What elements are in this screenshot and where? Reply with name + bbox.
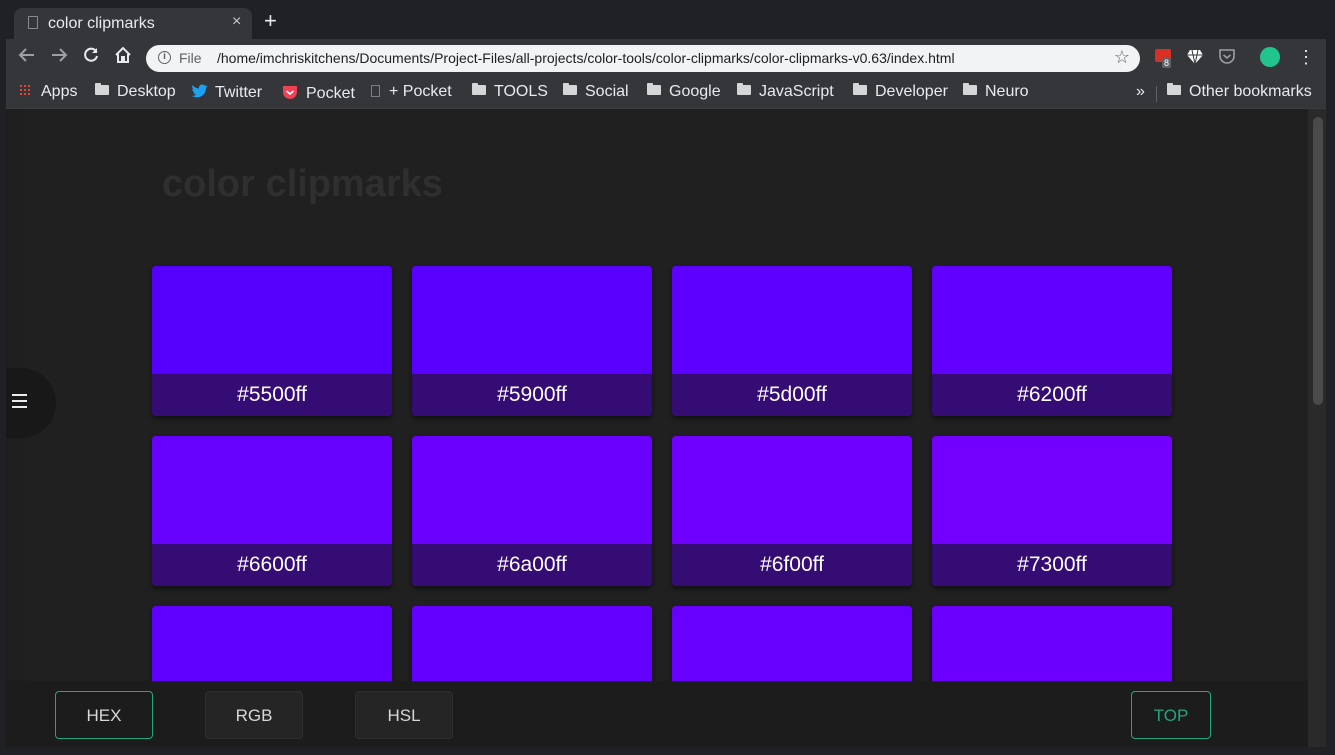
more-menu-icon[interactable]: ⋮	[1296, 47, 1316, 67]
color-card[interactable]: #5d00ff	[672, 266, 912, 416]
page-content: color clipmarks #5500ff #5900ff #5d00ff …	[6, 109, 1326, 747]
bookmark-pocket[interactable]: Pocket	[282, 83, 355, 103]
new-tab-button[interactable]: +	[264, 8, 277, 34]
bookmark-javascript[interactable]: JavaScript	[737, 83, 834, 101]
page-icon	[28, 16, 38, 29]
color-label: #5500ff	[152, 374, 392, 416]
color-card[interactable]: #5500ff	[152, 266, 392, 416]
page-icon	[371, 85, 380, 97]
folder-icon	[563, 83, 577, 95]
bookmark-tools[interactable]: TOOLS	[472, 83, 548, 101]
bookmark-add-pocket[interactable]: + Pocket	[371, 83, 452, 101]
home-button[interactable]	[110, 45, 136, 71]
url-scheme: File	[179, 50, 202, 66]
bookmark-apps[interactable]: Apps	[19, 83, 77, 101]
address-bar[interactable]: i File /home/imchriskitchens/Documents/P…	[146, 45, 1140, 72]
folder-icon	[1167, 83, 1181, 95]
bookmarks-bar: Apps Desktop Twitter Pocket + Pocket TOO…	[6, 77, 1326, 109]
reload-button[interactable]	[78, 45, 104, 71]
color-swatch[interactable]	[152, 436, 392, 544]
color-label: #5900ff	[412, 374, 652, 416]
bookmark-social[interactable]: Social	[563, 83, 629, 101]
folder-icon	[963, 83, 977, 95]
bookmark-google[interactable]: Google	[647, 83, 721, 101]
folder-icon	[95, 83, 109, 95]
tab-close-icon[interactable]: ×	[232, 13, 241, 31]
folder-icon	[737, 83, 751, 95]
tab-color-clipmarks[interactable]: color clipmarks ×	[14, 8, 252, 39]
home-icon	[115, 46, 131, 63]
bookmark-neuro[interactable]: Neuro	[963, 83, 1029, 101]
color-label: #6200ff	[932, 374, 1172, 416]
hsl-button[interactable]: HSL	[355, 691, 453, 739]
browser-toolbar: i File /home/imchriskitchens/Documents/P…	[6, 39, 1326, 77]
folder-icon	[853, 83, 867, 95]
pocket-extension-icon[interactable]	[1218, 47, 1238, 67]
folder-icon	[472, 83, 486, 95]
format-toolbar: HEX RGB HSL TOP	[6, 681, 1308, 747]
bookmark-twitter[interactable]: Twitter	[192, 83, 262, 102]
color-swatch[interactable]	[932, 266, 1172, 374]
color-swatch[interactable]	[412, 436, 652, 544]
diamond-extension-icon[interactable]	[1186, 47, 1206, 67]
profile-avatar[interactable]	[1260, 47, 1280, 67]
bookmarks-divider	[1156, 86, 1157, 102]
hex-button[interactable]: HEX	[55, 691, 153, 739]
color-card[interactable]: #6a00ff	[412, 436, 652, 586]
apps-grid-icon	[19, 84, 31, 96]
twitter-icon	[192, 84, 208, 98]
color-label: #6a00ff	[412, 544, 652, 586]
scrollbar[interactable]	[1308, 109, 1326, 747]
info-icon[interactable]: i	[158, 51, 171, 64]
bookmarks-overflow-button[interactable]: »	[1136, 83, 1145, 101]
back-button[interactable]	[14, 45, 40, 71]
browser-window: color clipmarks × + i File /home/imchris…	[6, 5, 1326, 747]
reload-icon	[84, 47, 98, 62]
color-swatch[interactable]	[152, 266, 392, 374]
color-swatch[interactable]	[412, 266, 652, 374]
color-card[interactable]: #6600ff	[152, 436, 392, 586]
hamburger-icon	[12, 394, 27, 412]
color-card[interactable]: #7300ff	[932, 436, 1172, 586]
bookmark-star-icon[interactable]: ☆	[1114, 47, 1130, 68]
forward-arrow-icon	[52, 48, 68, 62]
back-arrow-icon	[18, 48, 34, 62]
url-text[interactable]: /home/imchriskitchens/Documents/Project-…	[217, 50, 955, 66]
color-card[interactable]: #6200ff	[932, 266, 1172, 416]
bookmark-developer[interactable]: Developer	[853, 83, 948, 101]
color-label: #7300ff	[932, 544, 1172, 586]
color-swatch[interactable]	[672, 266, 912, 374]
page-title: color clipmarks	[162, 163, 443, 205]
color-label: #6600ff	[152, 544, 392, 586]
forward-button[interactable]	[46, 45, 72, 71]
bookmark-desktop[interactable]: Desktop	[95, 83, 176, 101]
folder-icon	[647, 83, 661, 95]
color-label: #5d00ff	[672, 374, 912, 416]
color-label: #6f00ff	[672, 544, 912, 586]
pocket-icon	[283, 86, 297, 99]
extension-badge: 8	[1162, 58, 1172, 68]
top-button[interactable]: TOP	[1131, 691, 1211, 739]
color-swatch[interactable]	[672, 436, 912, 544]
color-card[interactable]: #6f00ff	[672, 436, 912, 586]
tab-title: color clipmarks	[48, 15, 155, 32]
bookmark-other-bookmarks[interactable]: Other bookmarks	[1167, 83, 1312, 101]
page-container: color clipmarks #5500ff #5900ff #5d00ff …	[25, 109, 1308, 747]
rgb-button[interactable]: RGB	[205, 691, 303, 739]
todoist-extension-icon[interactable]: 8	[1154, 47, 1174, 68]
scrollbar-thumb[interactable]	[1313, 117, 1323, 405]
color-swatch[interactable]	[932, 436, 1172, 544]
color-card[interactable]: #5900ff	[412, 266, 652, 416]
tab-strip: color clipmarks × +	[6, 5, 1326, 39]
